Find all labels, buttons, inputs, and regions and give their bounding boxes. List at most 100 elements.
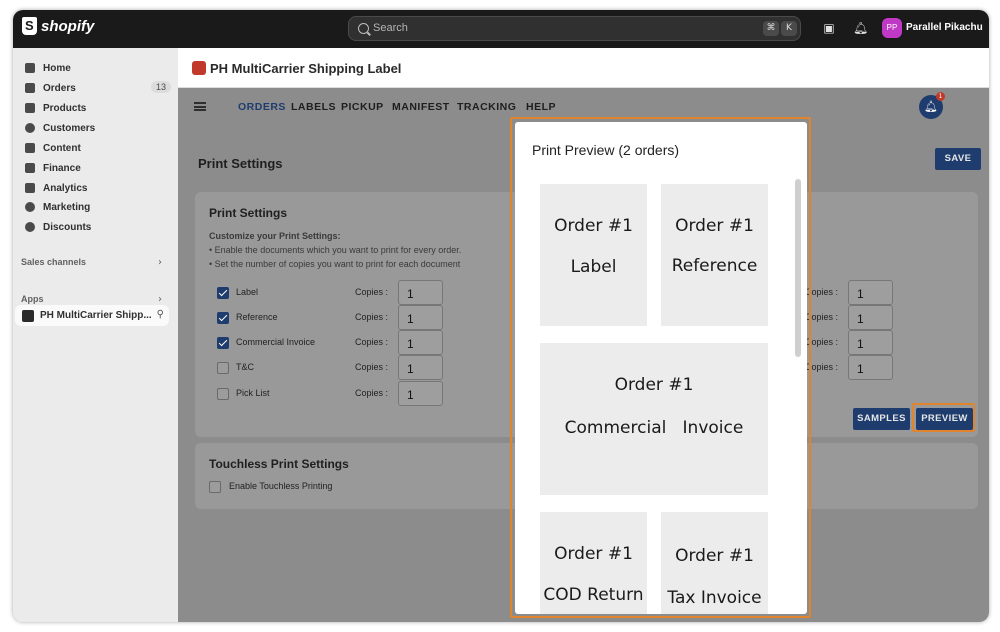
bank-icon [25, 163, 35, 173]
commercial-invoice-checkbox[interactable] [217, 337, 229, 349]
sidebar-item-marketing[interactable]: Marketing [21, 197, 171, 217]
copies-input[interactable]: 1 [848, 330, 893, 355]
browser-window: shopify Search ⌘ K ▣ 🔔︎ PP Parallel Pika… [13, 10, 989, 622]
sidebar-item-label: Finance [43, 162, 81, 174]
touchless-option-label: Enable Touchless Printing [229, 481, 333, 491]
search-input[interactable]: Search ⌘ K [348, 16, 801, 41]
kbd-k: K [781, 21, 797, 36]
preview-page-line2: COD Return [543, 585, 644, 605]
preview-page-line1: Order #1 [554, 216, 633, 236]
sidebar-item-orders[interactable]: Orders 13 [21, 78, 171, 98]
notifications-bell-icon[interactable]: 🔔︎ [853, 21, 868, 35]
sidebar-item-label: Products [43, 102, 87, 114]
sidebar-item-label: Orders [43, 82, 76, 94]
chevron-right-icon[interactable]: › [158, 257, 162, 268]
app-logo-icon [192, 61, 206, 75]
preview-page-commercial-invoice[interactable]: Order #1 Commercial Invoice [540, 343, 768, 495]
tab-manifest[interactable]: MANIFEST [392, 101, 450, 113]
brand-name: shopify [41, 17, 95, 35]
touchless-checkbox[interactable] [209, 481, 221, 493]
sidebar-item-content[interactable]: Content [21, 138, 171, 158]
home-icon [25, 63, 35, 73]
sidebar-item-finance[interactable]: Finance [21, 158, 171, 178]
app-icon [22, 309, 34, 322]
sidebar-item-home[interactable]: Home [21, 58, 171, 78]
preview-page-reference[interactable]: Order #1 Reference [661, 184, 768, 326]
sidebar-item-products[interactable]: Products [21, 98, 171, 118]
tab-tracking[interactable]: TRACKING [457, 101, 516, 113]
sidebar: Home Orders 13 Products Customers Conten… [13, 48, 178, 622]
pick-list-copies-input[interactable]: 1 [398, 381, 443, 406]
tab-pickup[interactable]: PICKUP [341, 101, 384, 113]
tc-checkbox[interactable] [217, 362, 229, 374]
sidebar-item-label: Home [43, 62, 71, 74]
person-icon [25, 123, 35, 133]
hamburger-menu-icon[interactable] [194, 102, 206, 111]
commercial-invoice-copies-input[interactable]: 1 [398, 330, 443, 355]
customize-heading: Customize your Print Settings: [209, 231, 341, 241]
copies-label: Copies : [355, 388, 389, 398]
preview-page-line2: Commercial Invoice [564, 418, 744, 438]
top-bar: shopify Search ⌘ K ▣ 🔔︎ PP Parallel Pika… [13, 10, 989, 48]
copies-label: Copies : [355, 337, 389, 347]
target-icon [25, 202, 35, 212]
shopify-bag-icon [22, 17, 37, 35]
copies-label: Copies : [355, 287, 389, 297]
sales-channels-heading[interactable]: Sales channels [21, 257, 86, 267]
preview-page-tax-invoice[interactable]: Order #1 Tax Invoice [661, 512, 768, 614]
tab-help[interactable]: HELP [526, 101, 556, 113]
reference-checkbox[interactable] [217, 312, 229, 324]
tc-copies-input[interactable]: 1 [398, 355, 443, 380]
tab-orders[interactable]: ORDERS [238, 101, 286, 113]
copies-input[interactable]: 1 [848, 355, 893, 380]
note-copies: • Set the number of copies you want to p… [209, 259, 461, 269]
sidebar-item-label: Customers [43, 122, 96, 134]
preview-page-line2: Tax Invoice [667, 588, 762, 608]
label-checkbox[interactable] [217, 287, 229, 299]
orders-icon [25, 83, 35, 93]
note-enable: • Enable the documents which you want to… [209, 245, 462, 255]
search-placeholder: Search [373, 22, 408, 34]
copies-input[interactable]: 1 [848, 305, 893, 330]
apps-heading[interactable]: Apps [21, 294, 44, 304]
preview-page-cod-return[interactable]: Order #1 COD Return [540, 512, 647, 614]
chart-icon [25, 183, 35, 193]
sidebar-item-label: Discounts [43, 221, 92, 233]
notification-count-badge: 1 [936, 92, 945, 101]
sidebar-item-label: Analytics [43, 182, 88, 194]
label-copies-input[interactable]: 1 [398, 280, 443, 305]
sidebar-item-discounts[interactable]: Discounts [21, 217, 171, 237]
tab-labels[interactable]: LABELS [291, 101, 336, 113]
pick-list-checkbox[interactable] [217, 388, 229, 400]
preview-page-line1: Order #1 [675, 216, 754, 236]
preview-page-line1: Order #1 [614, 375, 694, 395]
samples-button[interactable]: SAMPLES [853, 408, 910, 430]
preview-page-label[interactable]: Order #1 Label [540, 184, 647, 326]
app-notification-bell-icon[interactable]: 🔔︎ 1 [919, 92, 945, 119]
reference-row-label: Reference [236, 312, 278, 322]
page-title: Print Settings [198, 156, 283, 171]
touchless-title: Touchless Print Settings [209, 457, 349, 471]
sidebar-item-ph-multicarrier[interactable]: PH MultiCarrier Shipp... ⚲ [15, 305, 169, 326]
copies-input[interactable]: 1 [848, 280, 893, 305]
shopify-logo[interactable]: shopify [22, 17, 94, 35]
pin-icon[interactable]: ⚲ [157, 309, 164, 320]
copies-label: Copies : [355, 312, 389, 322]
reference-copies-input[interactable]: 1 [398, 305, 443, 330]
preview-page-line2: Reference [671, 256, 758, 276]
save-button[interactable]: SAVE [935, 148, 981, 170]
sidebar-item-customers[interactable]: Customers [21, 118, 171, 138]
sidebar-item-analytics[interactable]: Analytics [21, 178, 171, 198]
discount-icon [25, 222, 35, 232]
kbd-cmd: ⌘ [763, 21, 779, 36]
avatar[interactable]: PP [882, 18, 902, 38]
user-name[interactable]: Parallel Pikachu [906, 22, 983, 33]
modal-scrollbar[interactable] [795, 179, 801, 357]
sidebar-item-label: Content [43, 142, 81, 154]
inbox-icon[interactable]: ▣ [822, 21, 836, 35]
tag-icon [25, 103, 35, 113]
commercial-invoice-row-label: Commercial Invoice [236, 337, 316, 347]
chevron-right-icon[interactable]: › [158, 294, 162, 305]
print-settings-title: Print Settings [209, 206, 288, 220]
preview-button-highlight [912, 403, 975, 432]
